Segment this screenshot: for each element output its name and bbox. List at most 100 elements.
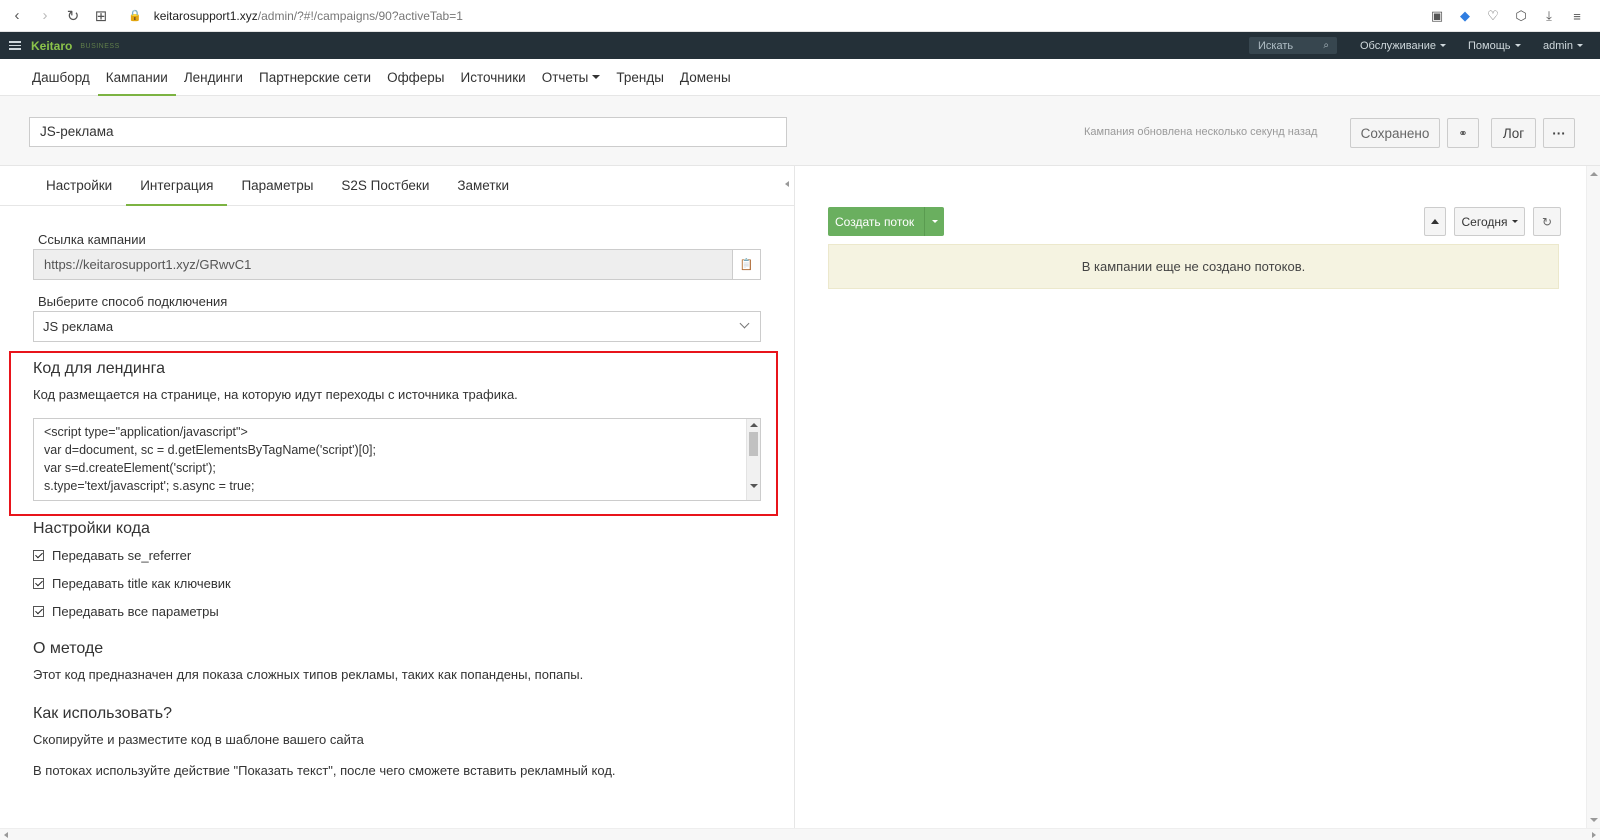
- tab-integration[interactable]: Интеграция: [126, 166, 228, 206]
- caret-up-icon: [1431, 219, 1439, 224]
- howto-title: Как использовать?: [33, 705, 172, 722]
- back-icon[interactable]: ‹: [6, 5, 28, 27]
- horizontal-scrollbar[interactable]: [0, 828, 1600, 840]
- vertical-scrollbar[interactable]: [1586, 166, 1600, 828]
- code-scrollbar[interactable]: [746, 419, 760, 500]
- howto-text-streams: В потоках используйте действие "Показать…: [33, 763, 616, 778]
- nav-reports[interactable]: Отчеты: [534, 59, 609, 95]
- code-line: var s=d.createElement('script');: [44, 461, 216, 475]
- campaign-header: JS-реклама Кампания обновлена несколько …: [0, 96, 1600, 166]
- caret-down-icon: [592, 75, 601, 79]
- code-line: s.type='text/javascript'; s.async = true…: [44, 479, 255, 493]
- period-label: Сегодня: [1461, 214, 1508, 229]
- search-icon: ⌕: [1323, 40, 1329, 51]
- period-select[interactable]: Сегодня: [1454, 207, 1525, 236]
- campaign-link-label: Ссылка кампании: [38, 232, 146, 247]
- tab-settings[interactable]: Настройки: [32, 166, 126, 205]
- chevron-down-icon: [739, 318, 750, 329]
- nav-affiliate-networks[interactable]: Партнерские сети: [251, 59, 379, 95]
- hamburger-icon[interactable]: [9, 41, 21, 50]
- edition-label: BUSINESS: [80, 43, 120, 50]
- campaign-name-input[interactable]: JS-реклама: [29, 117, 787, 147]
- tab-parameters[interactable]: Параметры: [227, 166, 327, 205]
- refresh-button[interactable]: ↻: [1533, 207, 1561, 236]
- menu-icon[interactable]: ≡: [1568, 7, 1586, 25]
- log-button[interactable]: Лог: [1491, 118, 1536, 148]
- box-icon[interactable]: ⬡: [1512, 7, 1530, 25]
- caret-down-icon: [1576, 44, 1583, 47]
- nav-reports-label: Отчеты: [541, 69, 589, 85]
- create-stream-label: Создать поток: [835, 214, 915, 229]
- checkbox[interactable]: [33, 606, 44, 617]
- campaign-link-field[interactable]: https://keitarosupport1.xyz/GRwvC1: [33, 249, 733, 280]
- refresh-icon: ↻: [1541, 214, 1553, 229]
- saved-button[interactable]: Сохранено: [1350, 118, 1440, 148]
- method-label: Выберите способ подключения: [38, 294, 228, 309]
- browser-toolbar: ‹ › ↻ ⊞ 🔒 keitarosupport1.xyz/admin/?#!/…: [0, 0, 1600, 32]
- nav-landings[interactable]: Лендинги: [176, 59, 251, 95]
- nav-campaigns[interactable]: Кампании: [97, 59, 176, 96]
- no-streams-alert: В кампании еще не создано потоков.: [828, 244, 1559, 289]
- maintenance-menu[interactable]: Обслуживание: [1360, 32, 1446, 59]
- caret-down-icon: [1439, 44, 1446, 47]
- user-label: admin: [1543, 39, 1573, 52]
- tab-s2s-postbacks[interactable]: S2S Постбеки: [327, 166, 443, 205]
- address-bar[interactable]: 🔒 keitarosupport1.xyz/admin/?#!/campaign…: [128, 9, 463, 23]
- link-button[interactable]: ⚭: [1447, 118, 1479, 148]
- method-select-value: JS реклама: [43, 319, 114, 334]
- checkbox[interactable]: [33, 550, 44, 561]
- camera-icon[interactable]: ▣: [1428, 7, 1446, 25]
- user-menu[interactable]: admin: [1543, 32, 1583, 59]
- apps-icon[interactable]: ⊞: [90, 5, 112, 27]
- about-text: Этот код предназначен для показа сложных…: [33, 667, 584, 682]
- reload-icon[interactable]: ↻: [62, 5, 84, 27]
- url-host: keitarosupport1.xyz: [153, 8, 258, 23]
- clipboard-icon: 📋: [739, 259, 754, 271]
- about-title: О методе: [33, 640, 104, 657]
- method-select[interactable]: JS реклама: [33, 311, 761, 342]
- help-label: Помощь: [1468, 39, 1511, 52]
- more-button[interactable]: ···: [1543, 118, 1575, 148]
- option-label: Передавать title как ключевик: [52, 576, 231, 591]
- main-nav: Дашборд Кампании Лендинги Партнерские се…: [0, 59, 1600, 96]
- create-stream-button[interactable]: Создать поток: [828, 207, 944, 236]
- nav-domains[interactable]: Домены: [672, 59, 739, 95]
- collapse-panel-icon[interactable]: [785, 181, 789, 187]
- howto-text: Скопируйте и разместите код в шаблоне ва…: [33, 732, 364, 747]
- code-line: var d=document, sc = d.getElementsByTagN…: [44, 443, 377, 457]
- logo[interactable]: Keitaro: [31, 39, 72, 53]
- copy-button[interactable]: 📋: [733, 249, 761, 280]
- checkbox[interactable]: [33, 578, 44, 589]
- link-icon: ⚭: [1458, 127, 1468, 140]
- updated-status: Кампания обновлена несколько секунд наза…: [1084, 126, 1318, 138]
- heart-icon[interactable]: ♡: [1484, 7, 1502, 25]
- forward-icon[interactable]: ›: [34, 5, 56, 27]
- landing-code-textarea[interactable]: <script type="application/javascript"> v…: [33, 418, 761, 501]
- maintenance-label: Обслуживание: [1360, 39, 1436, 52]
- caret-down-icon: [1511, 220, 1518, 223]
- code-line: <script type="application/javascript">: [44, 425, 248, 439]
- collapse-up-button[interactable]: [1424, 207, 1446, 236]
- help-menu[interactable]: Помощь: [1468, 32, 1521, 59]
- search-placeholder: Искать: [1258, 39, 1294, 52]
- option-label: Передавать se_referrer: [52, 548, 192, 563]
- nav-sources[interactable]: Источники: [453, 59, 534, 95]
- app-topbar: Keitaro BUSINESS Искать ⌕ Обслуживание П…: [0, 32, 1600, 59]
- option-title-keyword[interactable]: Передавать title как ключевик: [33, 576, 231, 591]
- url-path: /admin/?#!/campaigns/90?activeTab=1: [257, 8, 463, 23]
- landing-code-title: Код для лендинга: [33, 360, 165, 377]
- option-all-params[interactable]: Передавать все параметры: [33, 604, 219, 619]
- shield-icon[interactable]: ◆: [1456, 7, 1474, 25]
- landing-code-description: Код размещается на странице, на которую …: [33, 387, 518, 402]
- option-label: Передавать все параметры: [52, 604, 219, 619]
- caret-down-icon: [931, 220, 938, 223]
- tab-notes[interactable]: Заметки: [443, 166, 523, 205]
- create-stream-dropdown[interactable]: [924, 207, 944, 236]
- nav-trends[interactable]: Тренды: [608, 59, 672, 95]
- nav-offers[interactable]: Офферы: [379, 59, 452, 95]
- option-se-referrer[interactable]: Передавать se_referrer: [33, 548, 191, 563]
- nav-dashboard[interactable]: Дашборд: [24, 59, 98, 95]
- settings-tabs: Настройки Интеграция Параметры S2S Постб…: [0, 166, 795, 206]
- download-icon[interactable]: ⤓: [1540, 7, 1558, 25]
- search-input[interactable]: Искать ⌕: [1249, 37, 1337, 54]
